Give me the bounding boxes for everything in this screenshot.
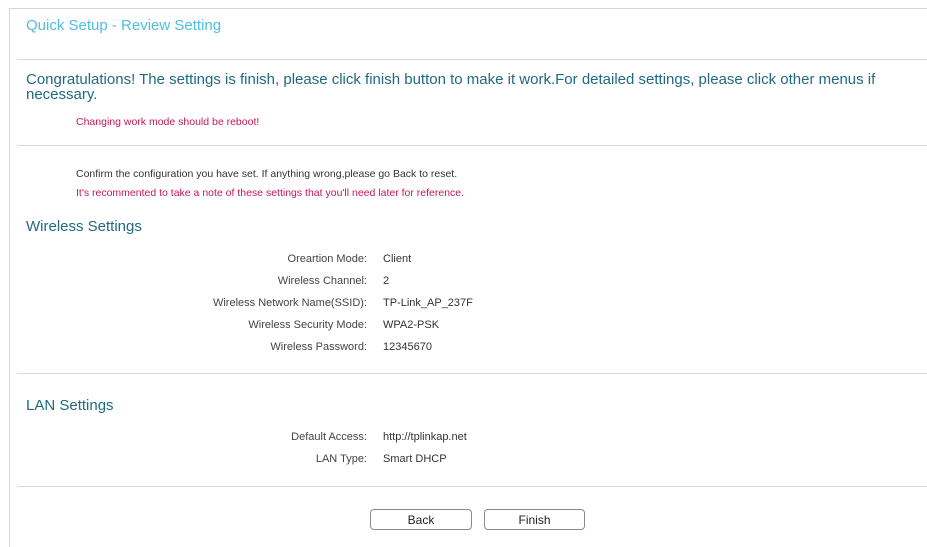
field-ssid: Wireless Network Name(SSID): TP-Link_AP_… xyxy=(0,297,927,311)
wireless-settings-title: Wireless Settings xyxy=(26,218,142,235)
divider xyxy=(17,59,927,60)
field-value: 2 xyxy=(383,275,390,287)
field-label: LAN Type: xyxy=(315,453,367,465)
divider xyxy=(17,373,927,374)
field-label: Wireless Password: xyxy=(270,341,367,353)
field-wireless-channel: Wireless Channel: 2 xyxy=(0,275,927,289)
field-label: Wireless Network Name(SSID): xyxy=(212,297,367,309)
field-label: Wireless Channel: xyxy=(277,275,367,287)
field-value: TP-Link_AP_237F xyxy=(383,297,473,309)
field-label: Default Access: xyxy=(291,431,367,443)
divider xyxy=(17,145,927,146)
field-value: 12345670 xyxy=(383,341,432,353)
field-security-mode: Wireless Security Mode: WPA2-PSK xyxy=(0,319,927,333)
field-lan-type: LAN Type: Smart DHCP xyxy=(0,453,927,467)
confirm-text: Confirm the configuration you have set. … xyxy=(76,168,458,180)
field-value: WPA2-PSK xyxy=(383,319,440,331)
lan-settings-title: LAN Settings xyxy=(26,397,114,414)
recommend-text: It's recommented to take a note of these… xyxy=(76,187,465,199)
back-button[interactable]: Back xyxy=(370,509,472,530)
field-label: Wireless Security Mode: xyxy=(248,319,367,331)
finish-button[interactable]: Finish xyxy=(484,509,585,530)
page-title: Quick Setup - Review Setting xyxy=(26,17,222,34)
field-label: Oreartion Mode: xyxy=(287,253,367,265)
field-value: Smart DHCP xyxy=(383,453,447,465)
field-operation-mode: Oreartion Mode: Client xyxy=(0,253,927,267)
reboot-warning: Changing work mode should be reboot! xyxy=(76,116,260,128)
field-default-access: Default Access: http://tplinkap.net xyxy=(0,431,927,445)
field-wireless-password: Wireless Password: 12345670 xyxy=(0,341,927,355)
field-value: Client xyxy=(383,253,412,265)
congrats-message: Congratulations! The settings is finish,… xyxy=(26,71,876,103)
field-value: http://tplinkap.net xyxy=(383,431,467,443)
divider xyxy=(17,486,927,487)
